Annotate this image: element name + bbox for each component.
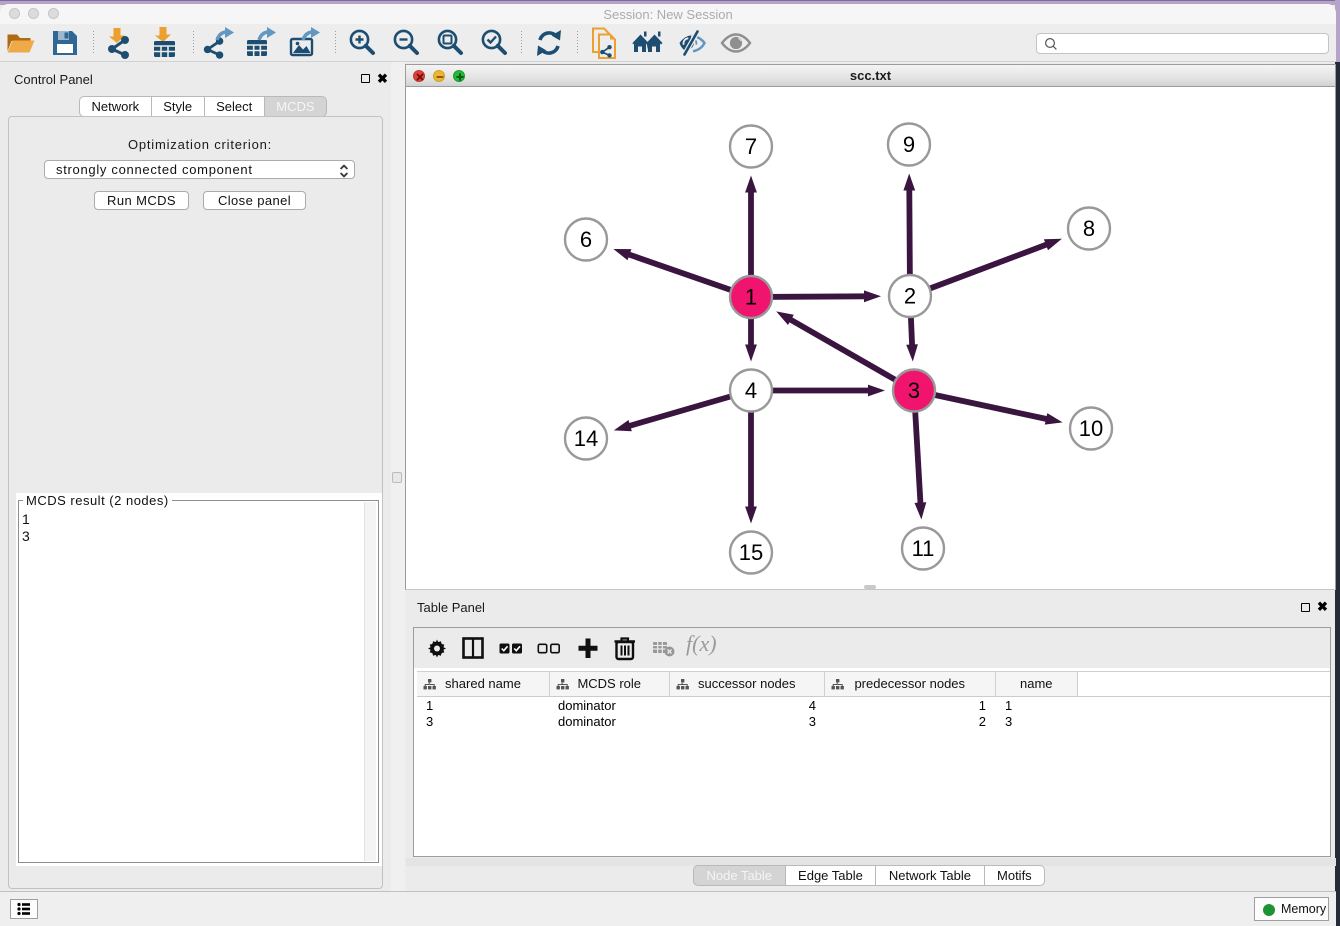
svg-text:4: 4 <box>745 378 757 403</box>
svg-text:9: 9 <box>903 132 915 157</box>
svg-text:1: 1 <box>745 285 757 310</box>
svg-text:2: 2 <box>904 284 916 309</box>
svg-text:14: 14 <box>574 426 598 451</box>
svg-text:11: 11 <box>912 536 935 561</box>
svg-text:7: 7 <box>745 134 757 159</box>
svg-text:3: 3 <box>908 378 920 403</box>
svg-text:10: 10 <box>1079 416 1103 441</box>
svg-text:8: 8 <box>1083 216 1095 241</box>
svg-text:15: 15 <box>739 540 763 565</box>
svg-text:6: 6 <box>580 227 592 252</box>
